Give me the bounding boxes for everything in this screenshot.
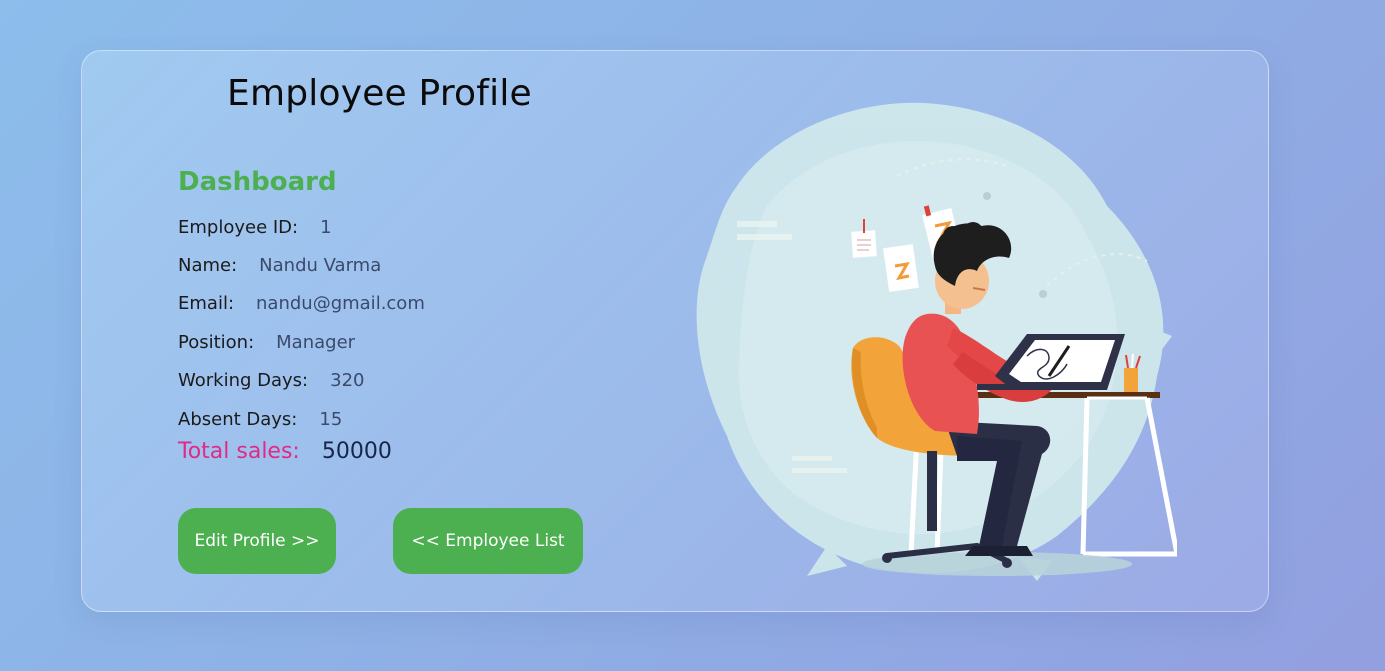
employee-id-value: 1 [320,217,332,238]
email-row: Email: nandu@gmail.com [178,293,425,314]
total-sales-label: Total sales: [178,439,300,464]
total-sales-row: Total sales: 50000 [178,439,392,464]
position-value: Manager [276,332,356,353]
working-days-label: Working Days: [178,370,309,391]
dashboard-heading: Dashboard [178,167,337,197]
email-value: nandu@gmail.com [256,293,425,314]
working-days-row: Working Days: 320 [178,370,364,391]
position-row: Position: Manager [178,332,355,353]
employee-list-button[interactable]: << Employee List [393,508,583,574]
name-row: Name: Nandu Varma [178,255,381,276]
email-label: Email: [178,293,235,314]
edit-profile-button[interactable]: Edit Profile >> [178,508,336,574]
profile-card: Employee Profile Dashboard Employee ID: 1… [81,50,1269,612]
total-sales-value: 50000 [321,439,392,464]
name-label: Name: [178,255,238,276]
absent-days-label: Absent Days: [178,409,298,430]
absent-days-row: Absent Days: 15 [178,409,342,430]
person-drawing-illustration [677,76,1180,586]
absent-days-value: 15 [319,409,343,430]
employee-id-row: Employee ID: 1 [178,217,332,238]
page-title: Employee Profile [227,73,532,114]
working-days-value: 320 [330,370,365,391]
employee-id-label: Employee ID: [178,217,299,238]
position-label: Position: [178,332,255,353]
name-value: Nandu Varma [259,255,382,276]
